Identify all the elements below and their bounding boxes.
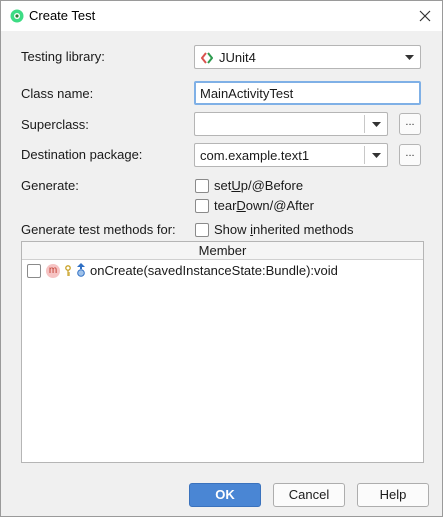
override-icon xyxy=(77,263,85,277)
destination-package-label: Destination package: xyxy=(21,147,143,162)
superclass-browse-button[interactable]: ... xyxy=(399,113,421,135)
teardown-checkbox[interactable] xyxy=(195,199,209,213)
create-test-dialog: Create Test Testing library: JUnit4 Clas… xyxy=(0,0,443,517)
members-table[interactable]: Member m onCreate(savedInstanceState:Bun… xyxy=(21,241,424,463)
teardown-label[interactable]: tearDown/@After xyxy=(214,198,314,213)
help-button[interactable]: Help xyxy=(357,483,429,507)
superclass-dropdown[interactable] xyxy=(365,113,387,135)
class-name-field[interactable]: MainActivityTest xyxy=(194,81,421,105)
key-icon xyxy=(65,265,71,276)
close-button[interactable] xyxy=(414,5,436,27)
class-name-value: MainActivityTest xyxy=(200,86,294,101)
setup-label[interactable]: setUp/@Before xyxy=(214,178,303,193)
testing-library-label: Testing library: xyxy=(21,49,105,64)
method-badge-icon: m xyxy=(46,264,60,278)
superclass-select[interactable] xyxy=(194,112,388,136)
chevron-down-icon xyxy=(371,152,381,158)
destination-package-select[interactable]: com.example.text1 xyxy=(194,143,388,167)
generate-label: Generate: xyxy=(21,178,79,193)
ok-button[interactable]: OK xyxy=(189,483,261,507)
show-inherited-checkbox[interactable] xyxy=(195,223,209,237)
show-inherited-label[interactable]: Show inherited methods xyxy=(214,222,353,237)
title-bar: Create Test xyxy=(1,1,442,31)
generate-methods-label: Generate test methods for: xyxy=(21,222,176,237)
method-signature: onCreate(savedInstanceState:Bundle):void xyxy=(90,263,338,278)
close-icon xyxy=(419,10,431,22)
android-studio-icon xyxy=(10,9,24,23)
chevron-down-icon xyxy=(404,54,414,60)
setup-checkbox[interactable] xyxy=(195,179,209,193)
chevron-down-icon xyxy=(371,121,381,127)
superclass-label: Superclass: xyxy=(21,117,89,132)
window-title: Create Test xyxy=(29,8,96,23)
testing-library-value: JUnit4 xyxy=(219,50,256,65)
member-checkbox[interactable] xyxy=(27,264,41,278)
testing-library-dropdown[interactable] xyxy=(398,46,420,68)
destination-package-dropdown[interactable] xyxy=(365,144,387,166)
testing-library-select[interactable]: JUnit4 xyxy=(194,45,421,69)
class-name-label: Class name: xyxy=(21,86,94,101)
table-row[interactable]: m onCreate(savedInstanceState:Bundle):vo… xyxy=(22,261,423,281)
member-column-header[interactable]: Member xyxy=(22,242,423,260)
destination-package-value: com.example.text1 xyxy=(200,148,310,163)
junit-icon xyxy=(201,52,213,64)
destination-package-browse-button[interactable]: ... xyxy=(399,144,421,166)
cancel-button[interactable]: Cancel xyxy=(273,483,345,507)
